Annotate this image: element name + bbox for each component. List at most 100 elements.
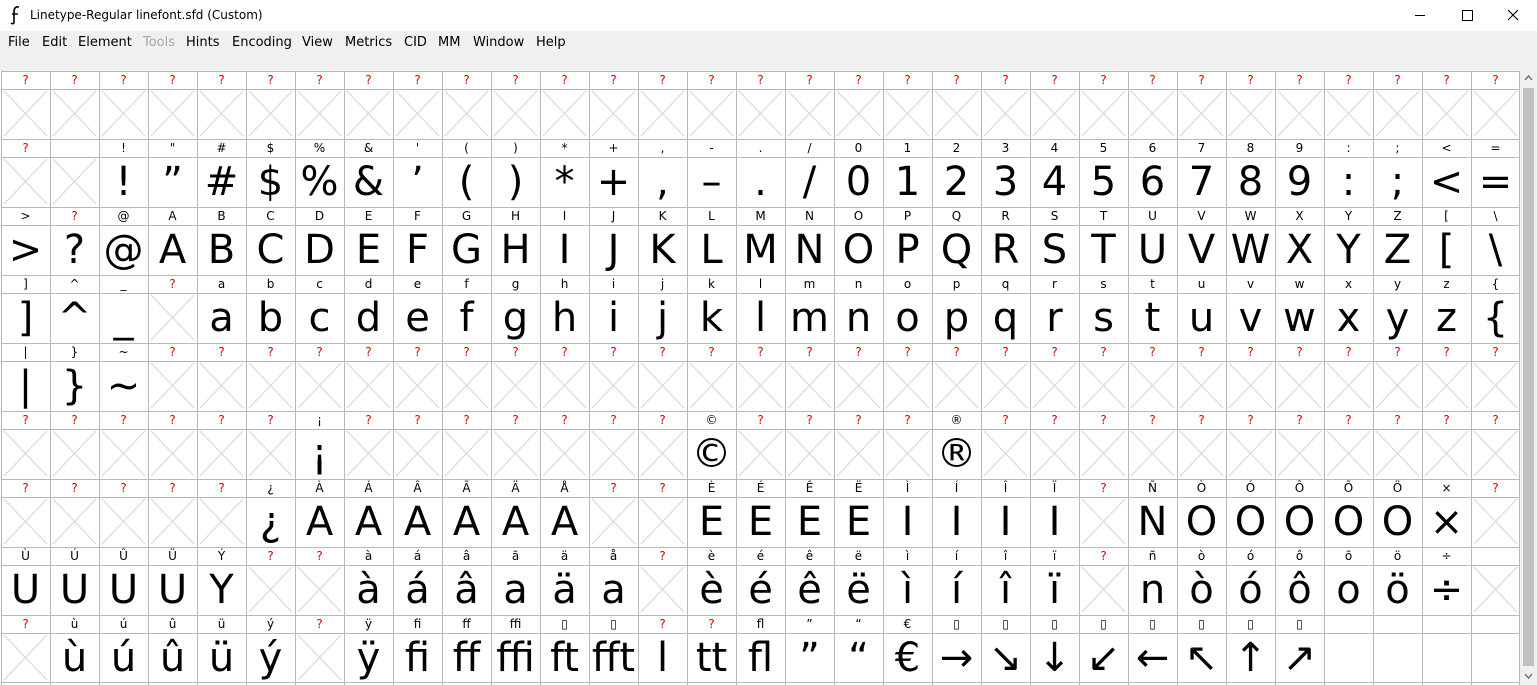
glyph-cell[interactable]: ¡ xyxy=(295,430,344,478)
glyph-cell[interactable]: “ xyxy=(834,634,883,682)
glyph-cell[interactable]: × xyxy=(1422,498,1471,546)
glyph-cell[interactable]: s xyxy=(1079,294,1128,342)
glyph-cell[interactable]: ( xyxy=(442,158,491,206)
glyph-cell[interactable]: I xyxy=(1030,498,1079,546)
fontforge-icon[interactable] xyxy=(8,5,24,25)
glyph-cell[interactable]: â xyxy=(442,566,491,614)
glyph-cell[interactable]: & xyxy=(344,158,393,206)
glyph-cell[interactable]: : xyxy=(1324,158,1373,206)
scroll-thumb[interactable] xyxy=(1523,88,1534,666)
glyph-cell[interactable]: E xyxy=(785,498,834,546)
menu-element[interactable]: Element xyxy=(78,35,132,50)
glyph-cell[interactable]: A xyxy=(442,498,491,546)
glyph-cell[interactable]: / xyxy=(785,158,834,206)
menu-help[interactable]: Help xyxy=(536,35,566,50)
glyph-cell[interactable]: € xyxy=(883,634,932,682)
glyph-cell[interactable]: A xyxy=(393,498,442,546)
glyph-cell[interactable]: ) xyxy=(491,158,540,206)
glyph-cell[interactable]: J xyxy=(589,226,638,274)
glyph-cell[interactable]: © xyxy=(687,430,736,478)
menu-view[interactable]: View xyxy=(302,35,333,50)
glyph-cell[interactable]: l xyxy=(638,634,687,682)
glyph-cell[interactable]: N xyxy=(785,226,834,274)
glyph-cell[interactable]: m xyxy=(785,294,834,342)
glyph-cell[interactable]: F xyxy=(393,226,442,274)
minimize-button[interactable] xyxy=(1397,0,1443,31)
glyph-cell[interactable]: 2 xyxy=(932,158,981,206)
glyph-cell[interactable]: = xyxy=(1471,158,1520,206)
glyph-cell[interactable]: C xyxy=(246,226,295,274)
glyph-cell[interactable]: ↙ xyxy=(1079,634,1128,682)
glyph-cell[interactable]: ft xyxy=(540,634,589,682)
glyph-cell[interactable]: o xyxy=(883,294,932,342)
glyph-cell[interactable]: é xyxy=(736,566,785,614)
glyph-cell[interactable]: fi xyxy=(393,634,442,682)
glyph-cell[interactable]: R xyxy=(981,226,1030,274)
glyph-cell[interactable]: ê xyxy=(785,566,834,614)
glyph-cell[interactable]: + xyxy=(589,158,638,206)
glyph-cell[interactable]: a xyxy=(589,566,638,614)
glyph-cell[interactable]: G xyxy=(442,226,491,274)
glyph-cell[interactable]: ff xyxy=(442,634,491,682)
glyph-cell[interactable]: } xyxy=(50,362,99,410)
glyph-cell[interactable]: N xyxy=(1128,498,1177,546)
glyph-cell[interactable]: \ xyxy=(1471,226,1520,274)
glyph-cell[interactable]: n xyxy=(1128,566,1177,614)
glyph-cell[interactable]: ä xyxy=(540,566,589,614)
menu-window[interactable]: Window xyxy=(473,35,524,50)
glyph-cell[interactable]: I xyxy=(883,498,932,546)
glyph-cell[interactable]: a xyxy=(197,294,246,342)
glyph-cell[interactable]: v xyxy=(1226,294,1275,342)
glyph-cell[interactable]: * xyxy=(540,158,589,206)
glyph-cell[interactable]: U xyxy=(1128,226,1177,274)
glyph-cell[interactable]: b xyxy=(246,294,295,342)
glyph-cell[interactable]: ì xyxy=(883,566,932,614)
menu-edit[interactable]: Edit xyxy=(42,35,67,50)
glyph-cell[interactable]: û xyxy=(148,634,197,682)
glyph-cell[interactable]: i xyxy=(589,294,638,342)
glyph-cell[interactable]: U xyxy=(99,566,148,614)
glyph-cell[interactable]: ~ xyxy=(99,362,148,410)
menu-metrics[interactable]: Metrics xyxy=(345,35,392,50)
glyph-cell[interactable]: I xyxy=(981,498,1030,546)
glyph-cell[interactable]: á xyxy=(393,566,442,614)
glyph-cell[interactable]: ý xyxy=(246,634,295,682)
glyph-cell[interactable]: O xyxy=(1324,498,1373,546)
glyph-cell[interactable]: > xyxy=(1,226,50,274)
glyph-cell[interactable]: Y xyxy=(1324,226,1373,274)
glyph-cell[interactable]: g xyxy=(491,294,540,342)
glyph-cell[interactable]: ; xyxy=(1373,158,1422,206)
glyph-cell[interactable]: K xyxy=(638,226,687,274)
glyph-cell[interactable]: z xyxy=(1422,294,1471,342)
close-button[interactable] xyxy=(1490,0,1536,31)
glyph-cell[interactable]: E xyxy=(736,498,785,546)
glyph-cell[interactable]: ò xyxy=(1177,566,1226,614)
glyph-cell[interactable]: W xyxy=(1226,226,1275,274)
glyph-cell[interactable]: → xyxy=(932,634,981,682)
glyph-cell[interactable]: I xyxy=(932,498,981,546)
glyph-cell[interactable]: ö xyxy=(1373,566,1422,614)
glyph-cell[interactable]: ffi xyxy=(491,634,540,682)
glyph-cell[interactable]: Q xyxy=(932,226,981,274)
glyph-cell[interactable]: ↑ xyxy=(1226,634,1275,682)
glyph-cell[interactable]: ô xyxy=(1275,566,1324,614)
glyph-cell[interactable]: ↗ xyxy=(1275,634,1324,682)
menu-cid[interactable]: CID xyxy=(404,35,427,50)
glyph-cell[interactable]: @ xyxy=(99,226,148,274)
glyph-cell[interactable]: q xyxy=(981,294,1030,342)
glyph-cell[interactable]: fft xyxy=(589,634,638,682)
glyph-cell[interactable]: ” xyxy=(148,158,197,206)
glyph-cell[interactable]: . xyxy=(736,158,785,206)
menu-mm[interactable]: MM xyxy=(438,35,460,50)
glyph-cell[interactable]: O xyxy=(1226,498,1275,546)
glyph-cell[interactable]: y xyxy=(1373,294,1422,342)
menu-encoding[interactable]: Encoding xyxy=(232,35,292,50)
glyph-cell[interactable]: ó xyxy=(1226,566,1275,614)
glyph-cell[interactable]: , xyxy=(638,158,687,206)
glyph-cell[interactable]: H xyxy=(491,226,540,274)
glyph-cell[interactable]: ? xyxy=(50,226,99,274)
glyph-cell[interactable]: ú xyxy=(99,634,148,682)
glyph-cell[interactable]: n xyxy=(834,294,883,342)
glyph-cell[interactable]: ÿ xyxy=(344,634,393,682)
glyph-cell[interactable]: E xyxy=(834,498,883,546)
